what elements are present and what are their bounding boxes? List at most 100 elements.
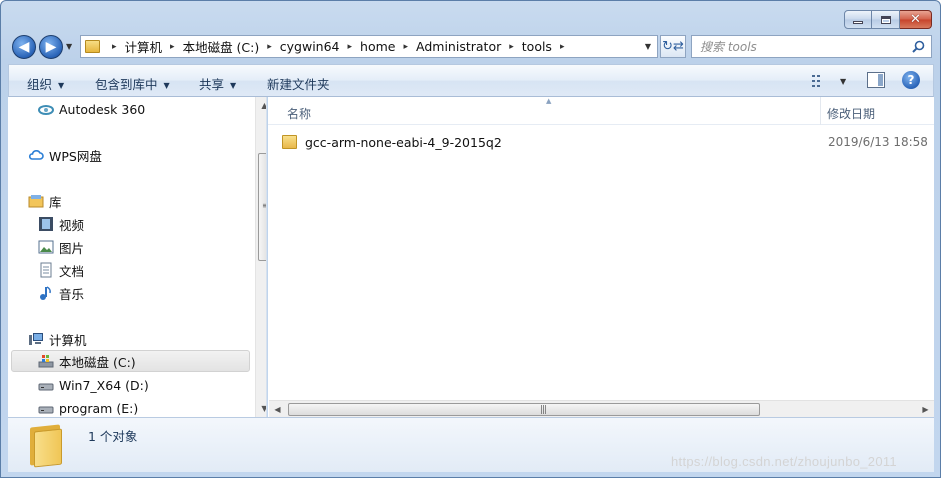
minimize-button[interactable] <box>844 10 872 29</box>
breadcrumb-separator[interactable]: ▸ <box>170 42 175 52</box>
share-menu[interactable]: 共享 ▼ <box>199 74 236 93</box>
breadcrumb-separator[interactable]: ▸ <box>403 42 408 52</box>
address-history-dropdown[interactable]: ▼ <box>645 42 651 51</box>
refresh-button[interactable]: ↻⇄ <box>660 35 686 58</box>
new-folder-label: 新建文件夹 <box>267 77 330 92</box>
address-bar[interactable]: ▸ 计算机 ▸ 本地磁盘 (C:) ▸ cygwin64 ▸ home ▸ Ad… <box>80 35 658 58</box>
scroll-left-arrow-icon[interactable]: ◀ <box>269 401 286 417</box>
scroll-up-arrow-icon[interactable]: ▲ <box>256 97 266 114</box>
column-header-date-modified[interactable]: 修改日期 <box>827 105 875 122</box>
sidebar-item-label: 音乐 <box>59 286 85 302</box>
breadcrumb-separator[interactable]: ▸ <box>509 42 514 52</box>
horizontal-scrollbar[interactable]: ◀ ||| ▶ <box>269 400 934 417</box>
grip-icon: ||| <box>540 405 547 415</box>
breadcrumb-item[interactable]: 计算机 <box>125 37 163 56</box>
folder-icon <box>85 40 100 53</box>
file-row[interactable]: gcc-arm-none-eabi-4_9-2015q2 2019/6/13 1… <box>282 131 932 153</box>
folder-large-icon <box>28 424 66 468</box>
include-library-label: 包含到库中 <box>95 77 158 92</box>
sidebar-item-music[interactable]: 音乐 <box>38 282 84 304</box>
sidebar-item-label: WPS网盘 <box>49 148 102 164</box>
search-icon[interactable] <box>912 40 925 53</box>
file-date-modified: 2019/6/13 18:58 <box>828 135 928 149</box>
change-view-button[interactable]: ▼ <box>812 72 852 90</box>
chevron-down-icon: ▼ <box>58 81 65 90</box>
scrollbar-thumb[interactable]: ||| <box>288 403 760 416</box>
video-icon <box>39 217 53 231</box>
maximize-button[interactable] <box>872 10 900 29</box>
sidebar-item-documents[interactable]: 文档 <box>38 259 84 281</box>
library-icon <box>28 195 44 208</box>
grip-icon: ≡ <box>262 202 266 210</box>
sidebar-item-computer[interactable]: 计算机 <box>28 328 87 350</box>
sidebar-scrollbar[interactable]: ▲ ≡ ▼ <box>255 97 266 417</box>
recent-pages-dropdown[interactable]: ▼ <box>66 42 72 51</box>
file-list-pane: ▲ 名称 修改日期 gcc-arm-none-eabi-4_9-2015q2 2… <box>268 97 934 417</box>
command-bar: 组织 ▼ 包含到库中 ▼ 共享 ▼ 新建文件夹 ▼ ? <box>8 64 934 97</box>
sidebar-item-videos[interactable]: 视频 <box>38 213 84 235</box>
column-header-row: ▲ 名称 修改日期 <box>268 97 934 125</box>
breadcrumb-separator[interactable]: ▸ <box>560 42 565 52</box>
drive-icon <box>38 406 54 414</box>
picture-icon <box>38 240 54 254</box>
share-label: 共享 <box>199 77 225 92</box>
sidebar-item-wps-cloud[interactable]: WPS网盘 <box>28 144 102 166</box>
sidebar-item-pictures[interactable]: 图片 <box>38 236 84 258</box>
minimize-icon <box>853 21 863 24</box>
sidebar-item-autodesk-360[interactable]: Autodesk 360 <box>38 98 145 120</box>
sidebar-item-drive-e[interactable]: program (E:) <box>38 397 138 417</box>
sidebar-item-label: Win7_X64 (D:) <box>59 377 149 393</box>
back-button[interactable]: ◀ <box>12 35 36 59</box>
breadcrumb-item[interactable]: cygwin64 <box>280 39 340 54</box>
breadcrumb-item[interactable]: home <box>360 39 395 54</box>
item-count: 1 个对象 <box>88 429 138 444</box>
preview-pane-button[interactable] <box>867 72 885 88</box>
watermark-text: https://blog.csdn.net/zhoujunbo_2011 <box>671 454 897 469</box>
sidebar-item-label: 视频 <box>59 217 85 233</box>
sidebar-item-label: Autodesk 360 <box>59 101 146 117</box>
scroll-down-arrow-icon[interactable]: ▼ <box>256 400 266 417</box>
drive-icon <box>38 383 54 391</box>
search-box[interactable] <box>691 35 932 58</box>
sidebar-item-label: 图片 <box>59 240 85 256</box>
help-button[interactable]: ? <box>902 71 920 89</box>
caption-buttons: ✕ <box>844 10 932 29</box>
scrollbar-thumb[interactable]: ≡ <box>258 153 266 261</box>
sidebar-item-label: 库 <box>49 194 62 210</box>
close-icon: ✕ <box>910 12 921 27</box>
forward-button[interactable]: ▶ <box>39 35 63 59</box>
sidebar-item-label: 计算机 <box>49 332 87 348</box>
breadcrumb-item[interactable]: Administrator <box>416 39 501 54</box>
organize-menu[interactable]: 组织 ▼ <box>27 74 64 93</box>
search-input[interactable] <box>700 39 900 54</box>
breadcrumb-item[interactable]: tools <box>522 39 552 54</box>
cloud-icon <box>28 150 44 160</box>
sidebar-item-libraries[interactable]: 库 <box>28 190 62 212</box>
sidebar-item-local-disk-c[interactable]: 本地磁盘 (C:) <box>11 350 250 372</box>
sidebar-item-drive-d[interactable]: Win7_X64 (D:) <box>38 374 149 396</box>
explorer-window: ✕ ◀ ▶ ▼ ▸ 计算机 ▸ 本地磁盘 (C:) ▸ cygwin64 ▸ h… <box>0 0 941 478</box>
breadcrumb-separator[interactable]: ▸ <box>112 42 117 52</box>
details-pane: 1 个对象 https://blog.csdn.net/zhoujunbo_20… <box>8 417 934 472</box>
column-header-name[interactable]: 名称 <box>287 105 311 122</box>
column-divider[interactable] <box>820 97 821 125</box>
arrow-left-icon: ◀ <box>18 39 30 55</box>
file-name: gcc-arm-none-eabi-4_9-2015q2 <box>305 134 502 150</box>
chevron-down-icon[interactable]: ▼ <box>840 77 846 86</box>
include-in-library-menu[interactable]: 包含到库中 ▼ <box>95 74 170 93</box>
computer-icon <box>29 333 43 345</box>
sidebar-item-label: 本地磁盘 (C:) <box>59 354 136 370</box>
refresh-icon: ↻⇄ <box>662 39 684 54</box>
maximize-icon <box>880 15 891 24</box>
breadcrumb: ▸ 计算机 ▸ 本地磁盘 (C:) ▸ cygwin64 ▸ home ▸ Ad… <box>104 37 572 56</box>
view-details-icon <box>812 75 820 87</box>
chevron-down-icon: ▼ <box>230 81 237 90</box>
sidebar-item-label: 文档 <box>59 263 85 279</box>
breadcrumb-separator[interactable]: ▸ <box>348 42 353 52</box>
breadcrumb-separator[interactable]: ▸ <box>267 42 272 52</box>
breadcrumb-item[interactable]: 本地磁盘 (C:) <box>183 37 260 56</box>
close-button[interactable]: ✕ <box>900 10 932 29</box>
drive-c-icon <box>38 355 54 368</box>
new-folder-button[interactable]: 新建文件夹 <box>267 74 330 93</box>
scroll-right-arrow-icon[interactable]: ▶ <box>917 401 934 417</box>
